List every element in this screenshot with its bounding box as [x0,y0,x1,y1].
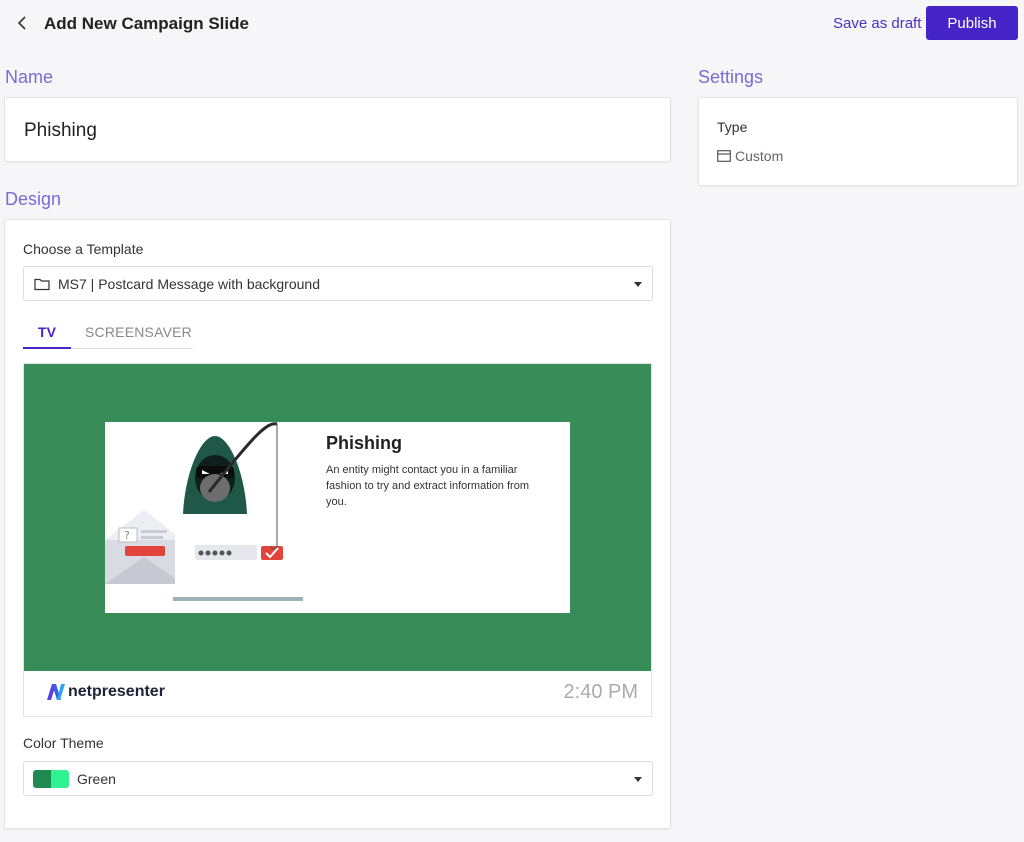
name-card: Phishing [4,97,671,162]
caret-down-icon [634,777,642,782]
tab-screensaver[interactable]: SCREENSAVER [85,324,192,349]
chevron-left-icon [17,16,26,30]
template-select[interactable]: MS7 | Postcard Message with background [23,266,653,301]
color-theme-select[interactable]: Green [23,761,653,796]
postcard: ? Phishing An entity might contact you i… [105,422,570,613]
preview-background: ? Phishing An entity might contact you i… [24,364,651,671]
slide-preview: ? Phishing An entity might contact you i… [23,363,652,717]
brand-logo: netpresenter [46,683,165,701]
settings-card: Type Custom [698,97,1018,186]
preview-title: Phishing [326,433,402,453]
top-bar: Add New Campaign Slide Save as draft Pub… [0,0,1024,46]
preview-footer: netpresenter 2:40 PM [24,671,651,716]
name-section-label: Name [5,67,54,87]
type-value: Custom [717,148,783,164]
window-icon [717,150,731,162]
netpresenter-logo-icon [47,684,65,700]
back-button[interactable] [14,13,32,33]
color-theme-label: Color Theme [23,735,104,751]
preview-clock: 2:40 PM [563,681,638,703]
hacker-illustration: ? [105,422,305,601]
settings-section-label: Settings [698,67,764,87]
preview-body: An entity might contact you in a familia… [326,464,529,508]
tab-tv[interactable]: TV [23,324,71,349]
template-label: Choose a Template [23,241,144,257]
brand-name: netpresenter [68,683,165,700]
design-card: Choose a Template MS7 | Postcard Message… [4,219,671,829]
swatch-dark [33,769,51,788]
type-value-text: Custom [735,148,784,164]
preview-tabs: TV SCREENSAVER [23,324,193,349]
folder-icon [34,278,50,290]
name-field[interactable]: Phishing [24,120,97,142]
template-select-value: MS7 | Postcard Message with background [58,275,320,292]
swatch-light [51,769,69,788]
page-title: Add New Campaign Slide [44,14,249,33]
color-swatch [33,769,69,788]
caret-down-icon [634,282,642,287]
design-section-label: Design [5,189,62,209]
color-theme-value: Green [77,770,116,787]
save-as-draft-button[interactable]: Save as draft [833,15,921,32]
type-label: Type [717,119,748,135]
publish-button[interactable]: Publish [926,6,1018,40]
svg-text:?: ? [124,529,130,542]
